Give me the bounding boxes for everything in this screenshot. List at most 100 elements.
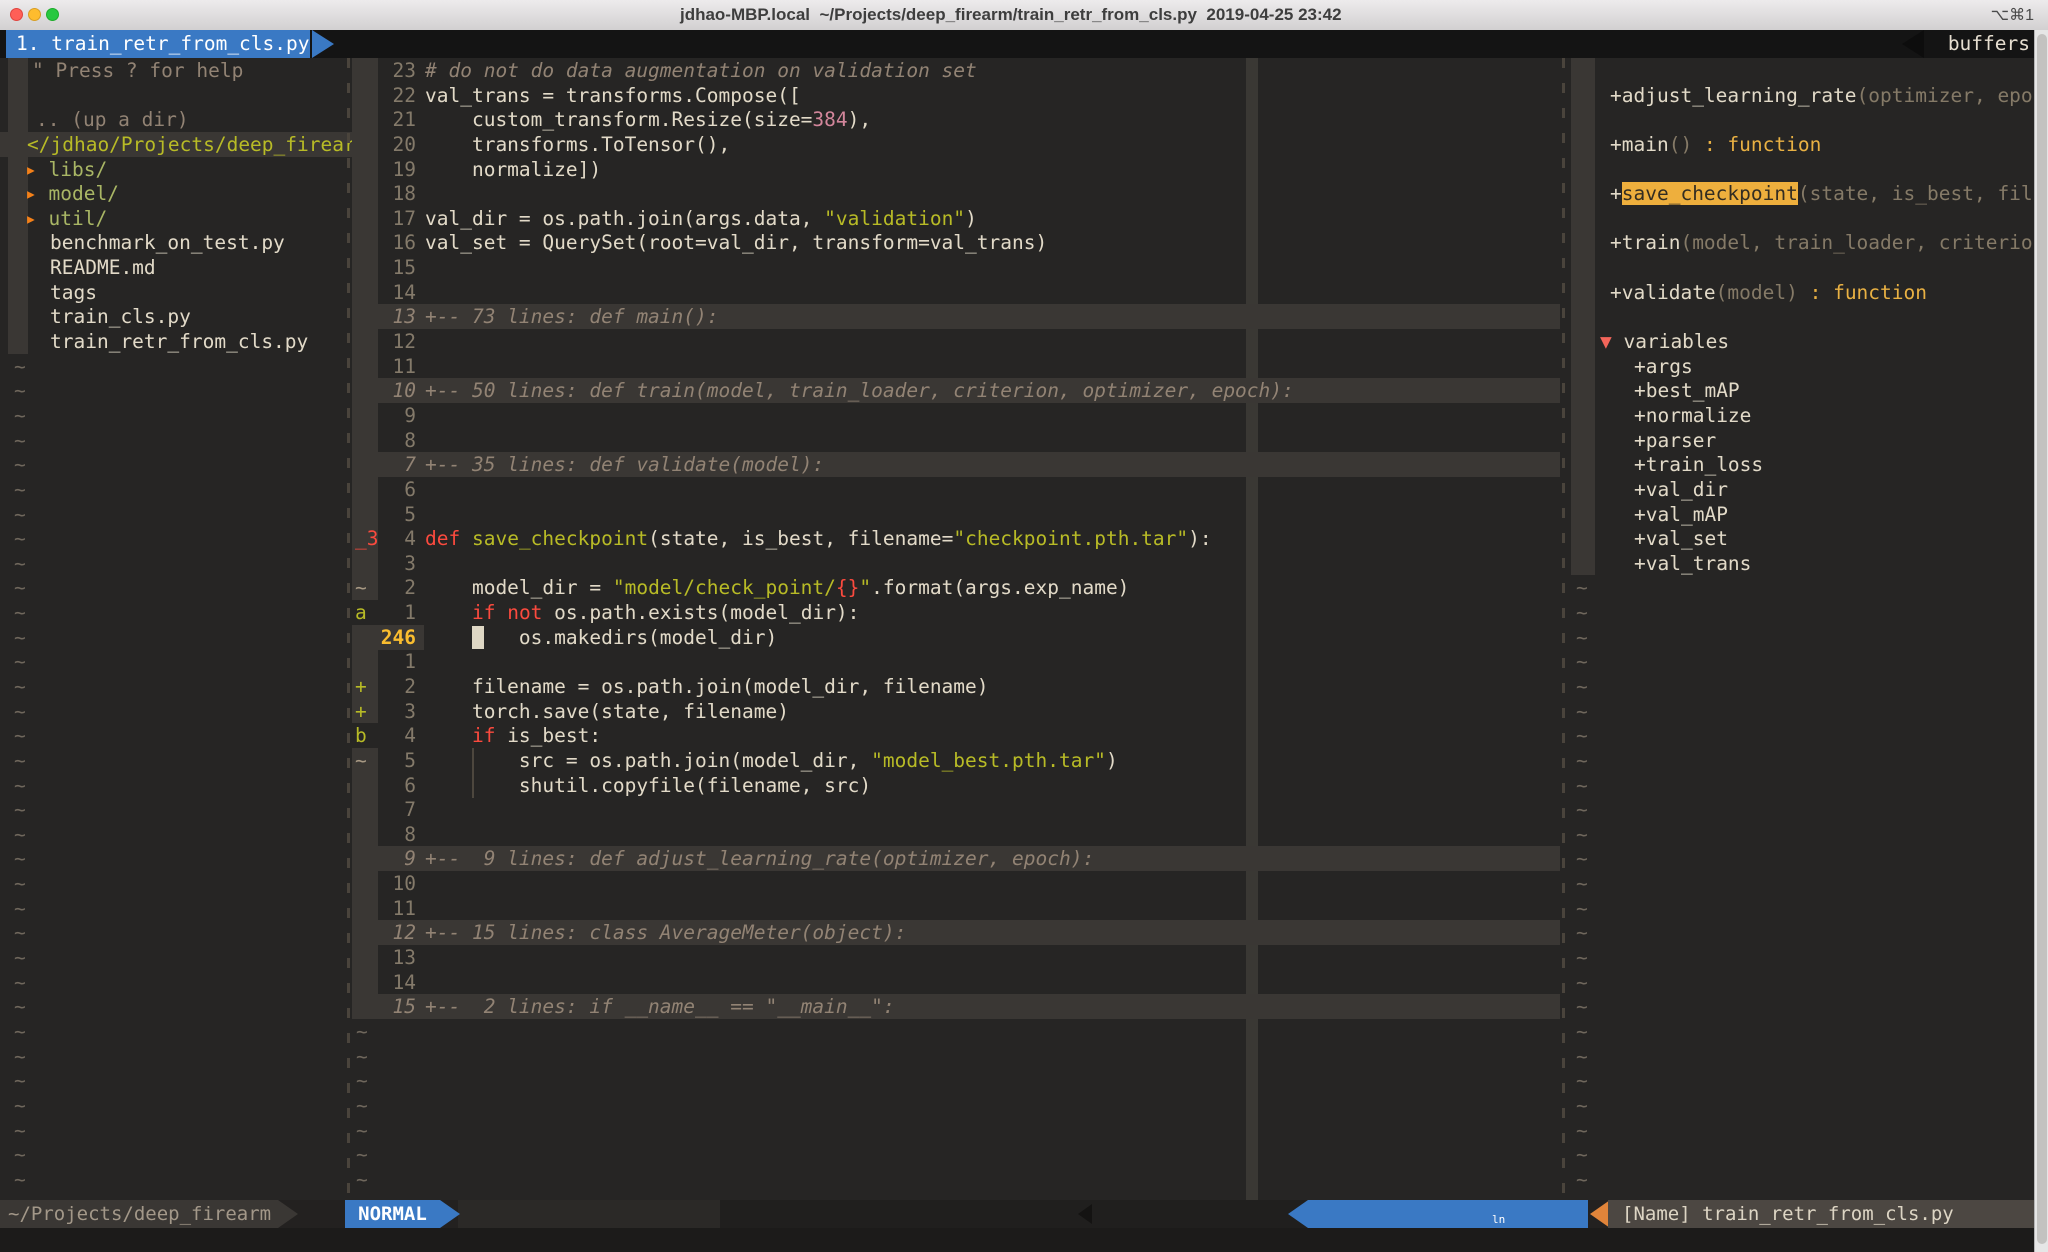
code-line[interactable]: 18 <box>352 181 1560 206</box>
code-line[interactable]: 6 <box>352 477 1560 502</box>
tag-name: val_dir <box>1646 478 1728 501</box>
tag-name: train <box>1622 231 1681 254</box>
nerdtree-empty-line-tilde: ~ <box>14 625 44 650</box>
nerdtree-item-model-[interactable]: ▸ model/ <box>0 181 371 206</box>
code-line[interactable]: 1 <box>352 649 1560 674</box>
fold-line[interactable]: 15+-- 2 lines: if __name__ == "__main__"… <box>352 994 1560 1019</box>
fold-line[interactable]: 10+-- 50 lines: def train(model, train_l… <box>352 378 1560 403</box>
code-line[interactable]: 1a if not os.path.exists(model_dir): <box>352 600 1560 625</box>
tagbar-entry-val_set[interactable]: +val_set <box>1568 526 2048 551</box>
tagbar-entry-best_mAP[interactable]: +best_mAP <box>1568 378 2048 403</box>
code-line[interactable]: 23# do not do data augmentation on valid… <box>352 58 1560 83</box>
tag-fold-icon: + <box>1634 527 1646 550</box>
tagbar-entry-val_trans[interactable]: +val_trans <box>1568 551 2048 576</box>
nerdtree-item--jdhao-projects-deep-firear[interactable]: </jdhao/Projects/deep_firear› <box>0 132 373 157</box>
nerdtree-item-benchmark-on-test-py[interactable]: benchmark_on_test.py <box>0 230 396 255</box>
code-line[interactable]: 5~ src = os.path.join(model_dir, "model_… <box>352 748 1560 773</box>
code-line[interactable]: 17val_dir = os.path.join(args.data, "val… <box>352 206 1560 231</box>
code-line[interactable]: 4b if is_best: <box>352 723 1560 748</box>
nerdtree-empty-line-tilde: ~ <box>14 378 44 403</box>
code-line[interactable]: 8 <box>352 428 1560 453</box>
tag-name: val_set <box>1646 527 1728 550</box>
tagbar-empty-line-tilde: ~ <box>1576 920 1606 945</box>
code-line[interactable]: 16val_set = QuerySet(root=val_dir, trans… <box>352 230 1560 255</box>
nerdtree-item--up-a-dir-[interactable]: .. (up a dir) <box>0 107 382 132</box>
tagbar-entry-train[interactable]: +train(model, train_loader, criterio> <box>1568 230 2048 255</box>
fold-line[interactable]: 12+-- 15 lines: class AverageMeter(objec… <box>352 920 1560 945</box>
tag-name: best_mAP <box>1646 379 1740 402</box>
tagbar-entry-args[interactable]: +args <box>1568 354 2048 379</box>
line-number: 9 <box>352 846 416 871</box>
code-line[interactable]: 10 <box>352 871 1560 896</box>
nerdtree-item-train-retr-from-cls-py[interactable]: train_retr_from_cls.py <box>0 329 396 354</box>
nerdtree-item--press-for-help[interactable]: " Press ? for help <box>0 58 378 83</box>
nerdtree-item-tags[interactable]: tags <box>0 280 396 305</box>
fold-line[interactable]: 7+-- 35 lines: def validate(model): <box>352 452 1560 477</box>
fold-line[interactable]: 9+-- 9 lines: def adjust_learning_rate(o… <box>352 846 1560 871</box>
code-line[interactable]: 246 os.makedirs(model_dir) <box>352 625 1560 650</box>
scrollbar-thumb[interactable] <box>2037 34 2047 1244</box>
tagbar-entry-save_checkpoint[interactable]: +save_checkpoint(state, is_best, fil> <box>1568 181 2048 206</box>
code-line[interactable]: 4_3def save_checkpoint(state, is_best, f… <box>352 526 1560 551</box>
code-line[interactable]: 7 <box>352 797 1560 822</box>
tagbar-entry-normalize[interactable]: +normalize <box>1568 403 2048 428</box>
editor-empty-line-tilde: ~ <box>356 1118 386 1143</box>
tagbar-entry-val_mAP[interactable]: +val_mAP <box>1568 502 2048 527</box>
tagbar-empty-line-tilde: ~ <box>1576 896 1606 921</box>
nerdtree-empty-line-tilde: ~ <box>14 551 44 576</box>
nerdtree-empty-line-tilde: ~ <box>14 477 44 502</box>
nerdtree-empty-line-tilde: ~ <box>14 1044 44 1069</box>
code-line[interactable]: 3+ torch.save(state, filename) <box>352 699 1560 724</box>
nerdtree-item-libs-[interactable]: ▸ libs/ <box>0 157 371 182</box>
code-line[interactable]: 21 custom_transform.Resize(size=384), <box>352 107 1560 132</box>
code-line[interactable]: 2+ filename = os.path.join(model_dir, fi… <box>352 674 1560 699</box>
tagbar-entry-val_dir[interactable]: +val_dir <box>1568 477 2048 502</box>
nerdtree-split-separator[interactable] <box>347 58 350 1200</box>
code-line[interactable]: 2~ model_dir = "model/check_point/{}".fo… <box>352 575 1560 600</box>
code-line[interactable]: 15 <box>352 255 1560 280</box>
close-window-icon[interactable] <box>10 8 23 21</box>
code-text: val_set = QuerySet(root=val_dir, transfo… <box>425 230 1047 255</box>
code-line[interactable]: 22val_trans = transforms.Compose([ <box>352 83 1560 108</box>
nerdtree-item-train-cls-py[interactable]: train_cls.py <box>0 304 396 329</box>
nerdtree-item-util-[interactable]: ▸ util/ <box>0 206 371 231</box>
code-line[interactable]: 11 <box>352 354 1560 379</box>
code-line[interactable]: 11 <box>352 896 1560 921</box>
code-line[interactable]: 14 <box>352 280 1560 305</box>
gutter-mark-a: a <box>352 600 378 625</box>
code-line[interactable]: 14 <box>352 970 1560 995</box>
code-line[interactable]: 3 <box>352 551 1560 576</box>
code-line[interactable]: 12 <box>352 329 1560 354</box>
code-line[interactable]: 13 <box>352 945 1560 970</box>
code-line[interactable]: 20 transforms.ToTensor(), <box>352 132 1560 157</box>
nerdtree-empty-line-tilde: ~ <box>14 970 44 995</box>
command-line[interactable] <box>0 1228 2048 1252</box>
code-line[interactable]: 8 <box>352 822 1560 847</box>
tagbar-split-separator[interactable] <box>1562 58 1565 1200</box>
tagbar-empty-line-tilde: ~ <box>1576 773 1606 798</box>
buffers-label[interactable]: buffers <box>1948 30 2030 58</box>
tagbar-entry-main[interactable]: +main() : function <box>1568 132 2048 157</box>
code-line[interactable]: 9 <box>352 403 1560 428</box>
tagbar-entry-validate[interactable]: +validate(model) : function <box>1568 280 2048 305</box>
tagbar-entry-parser[interactable]: +parser <box>1568 428 2048 453</box>
zoom-window-icon[interactable] <box>46 8 59 21</box>
scrollbar[interactable] <box>2034 30 2048 1252</box>
nerdtree-empty-line-tilde: ~ <box>14 846 44 871</box>
directory-name: model/ <box>48 182 118 205</box>
minimize-window-icon[interactable] <box>28 8 41 21</box>
tagbar-empty-line-tilde: ~ <box>1576 1093 1606 1118</box>
code-line[interactable]: 5 <box>352 502 1560 527</box>
fold-line[interactable]: 13+-- 73 lines: def main(): <box>352 304 1560 329</box>
code-line[interactable]: 19 normalize]) <box>352 157 1560 182</box>
tab-train-retr-from-cls[interactable]: 1. train_retr_from_cls.py <box>6 30 310 58</box>
code-line[interactable]: 6 shutil.copyfile(filename, src) <box>352 773 1560 798</box>
tagbar-entry-adjust_learning_rate[interactable]: +adjust_learning_rate(optimizer, epo> <box>1568 83 2048 108</box>
nerdtree-item-readme-md[interactable]: README.md <box>0 255 396 280</box>
section-expanded-icon: ▼ <box>1600 330 1623 353</box>
tagbar-empty-line-tilde: ~ <box>1576 1019 1606 1044</box>
nerdtree-empty-line-tilde: ~ <box>14 723 44 748</box>
tagbar-section-variables[interactable]: ▼ variables <box>1568 329 2048 354</box>
editor-empty-line-tilde: ~ <box>356 1167 386 1192</box>
tagbar-entry-train_loss[interactable]: +train_loss <box>1568 452 2048 477</box>
